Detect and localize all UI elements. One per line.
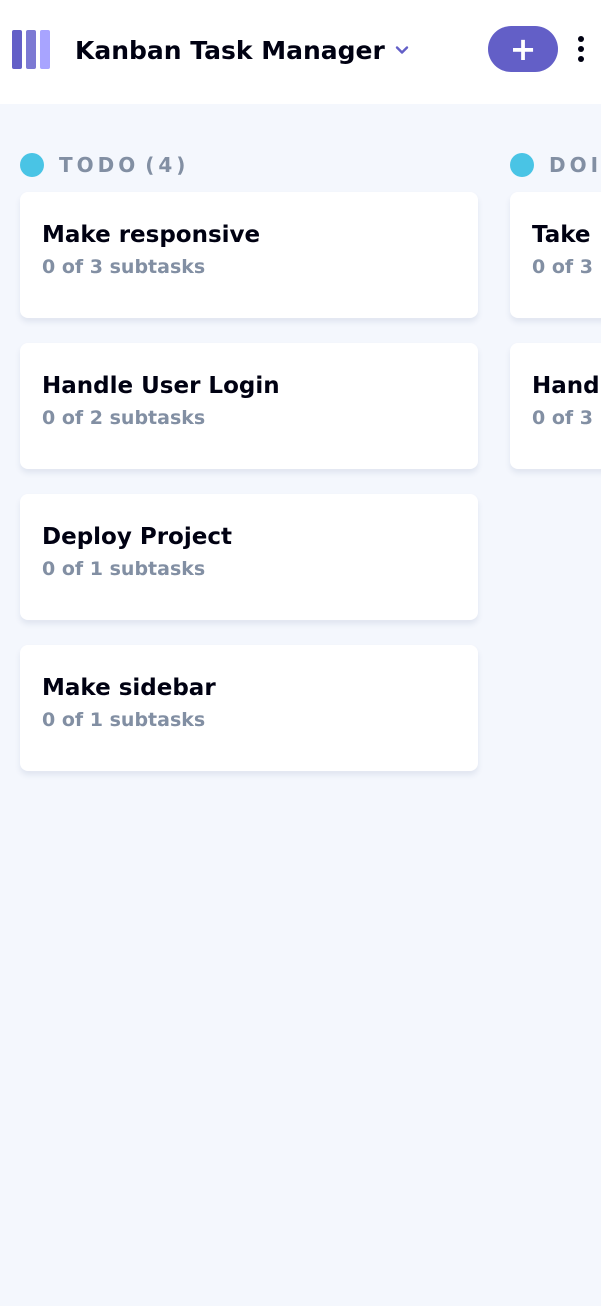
column-header: TODO (4) [20, 152, 478, 178]
vertical-ellipsis-icon[interactable] [572, 34, 590, 64]
task-subtasks: 0 of 3 [532, 256, 593, 278]
column-todo: TODO (4) Make responsive 0 of 3 subtasks… [20, 152, 478, 796]
task-subtasks: 0 of 2 subtasks [42, 407, 206, 429]
column-header: DOING [510, 152, 601, 178]
task-subtasks: 0 of 3 subtasks [42, 256, 206, 278]
column-doing: DOING Take 0 of 3 Hand 0 of 3 [510, 152, 601, 494]
task-subtasks: 0 of 3 [532, 407, 593, 429]
column-color-dot [20, 153, 44, 177]
task-card[interactable]: Take 0 of 3 [510, 192, 601, 318]
task-card[interactable]: Handle User Login 0 of 2 subtasks [20, 343, 478, 469]
task-subtasks: 0 of 1 subtasks [42, 709, 206, 731]
task-card[interactable]: Hand 0 of 3 [510, 343, 601, 469]
task-title: Make responsive [42, 222, 261, 248]
task-title: Deploy Project [42, 524, 232, 550]
board: TODO (4) Make responsive 0 of 3 subtasks… [0, 104, 601, 1306]
kanban-logo-icon [12, 30, 52, 69]
chevron-down-icon [395, 46, 409, 54]
board-title: Kanban Task Manager [75, 35, 385, 65]
task-card[interactable]: Make responsive 0 of 3 subtasks [20, 192, 478, 318]
task-title: Hand [532, 373, 600, 399]
task-card[interactable]: Make sidebar 0 of 1 subtasks [20, 645, 478, 771]
task-card[interactable]: Deploy Project 0 of 1 subtasks [20, 494, 478, 620]
column-color-dot [510, 153, 534, 177]
task-title: Handle User Login [42, 373, 280, 399]
top-bar: Kanban Task Manager + [0, 0, 601, 104]
add-task-button[interactable]: + [488, 26, 558, 72]
column-title: DOING [549, 153, 601, 177]
task-title: Make sidebar [42, 675, 216, 701]
task-subtasks: 0 of 1 subtasks [42, 558, 206, 580]
plus-icon: + [509, 30, 537, 68]
board-selector[interactable]: Kanban Task Manager [75, 28, 409, 72]
column-title: TODO [59, 153, 140, 177]
column-count: (4) [145, 153, 190, 177]
task-title: Take [532, 222, 591, 248]
